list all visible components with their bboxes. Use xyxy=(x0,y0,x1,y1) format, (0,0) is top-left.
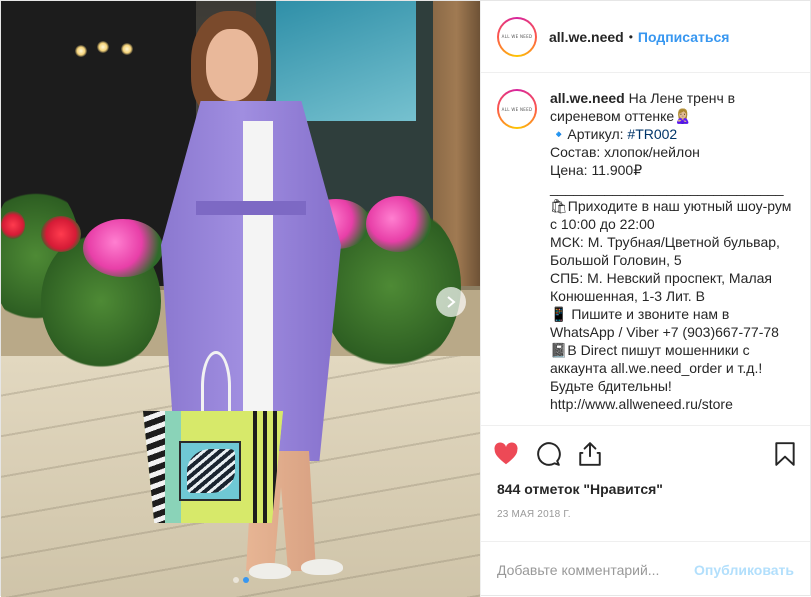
share-button[interactable] xyxy=(577,441,603,467)
photo-bag-print xyxy=(179,441,241,501)
photo-model-face xyxy=(206,29,258,101)
photo-lamp xyxy=(121,43,133,55)
header-separator: • xyxy=(628,29,633,44)
likes-count[interactable]: 844 отметок "Нравится" xyxy=(481,481,810,501)
photo-flowers xyxy=(41,216,81,252)
photo-flowers xyxy=(1,211,25,239)
post-photo[interactable] xyxy=(1,1,480,597)
carousel-dot xyxy=(232,577,239,583)
photo-bag-handle xyxy=(201,351,231,421)
photo-bag-leaf-print xyxy=(187,449,235,493)
save-button[interactable] xyxy=(772,441,798,467)
caption-text-continued: Состав: хлопок/нейлон Цена: 11.900₽ ____… xyxy=(550,144,792,412)
action-bar xyxy=(481,425,810,481)
post-date[interactable]: 23 мая 2018 г. xyxy=(481,501,810,531)
photo-model-dress xyxy=(243,121,273,451)
photo-model-belt xyxy=(196,201,306,215)
photo-lamp xyxy=(75,45,87,57)
caption-text-block: all.we.need На Лене тренч в сиреневом от… xyxy=(550,89,794,425)
author-username[interactable]: all.we.need xyxy=(549,29,624,45)
avatar-inner: ALL WE NEED xyxy=(499,91,535,127)
comment-icon xyxy=(537,441,561,466)
photo-lamp xyxy=(97,41,109,53)
chevron-right-icon xyxy=(447,296,456,308)
avatar-inner: ALL WE NEED xyxy=(499,18,535,55)
publish-button[interactable]: Опубликовать xyxy=(694,562,794,578)
caption-username[interactable]: all.we.need xyxy=(550,90,625,106)
author-avatar[interactable]: ALL WE NEED xyxy=(497,16,537,57)
caption-avatar[interactable]: ALL WE NEED xyxy=(497,89,537,129)
caption-area: ALL WE NEED all.we.need На Лене тренч в … xyxy=(481,73,810,425)
post-side-panel: ALL WE NEED all.we.need • Подписаться AL… xyxy=(480,1,810,597)
avatar-logo-text: ALL WE NEED xyxy=(501,106,533,112)
carousel-dot-active xyxy=(242,577,249,583)
share-icon xyxy=(579,441,601,466)
follow-button[interactable]: Подписаться xyxy=(638,29,730,45)
carousel-indicator xyxy=(1,577,480,583)
carousel-next-button[interactable] xyxy=(436,287,466,317)
photo-flowers xyxy=(366,196,431,252)
comment-input[interactable] xyxy=(497,561,695,578)
photo-model-shoe xyxy=(301,559,343,575)
bookmark-icon xyxy=(775,441,795,466)
heart-icon xyxy=(494,441,518,464)
photo-bag xyxy=(143,411,283,523)
post-header: ALL WE NEED all.we.need • Подписаться xyxy=(481,1,810,73)
like-button[interactable] xyxy=(493,441,519,467)
instagram-post: ALL WE NEED all.we.need • Подписаться AL… xyxy=(0,0,811,597)
caption-hashtag[interactable]: #TR002 xyxy=(627,126,677,142)
avatar-logo-text: ALL WE NEED xyxy=(501,34,533,39)
comment-button[interactable] xyxy=(535,441,561,467)
comment-form: Опубликовать xyxy=(481,541,810,597)
